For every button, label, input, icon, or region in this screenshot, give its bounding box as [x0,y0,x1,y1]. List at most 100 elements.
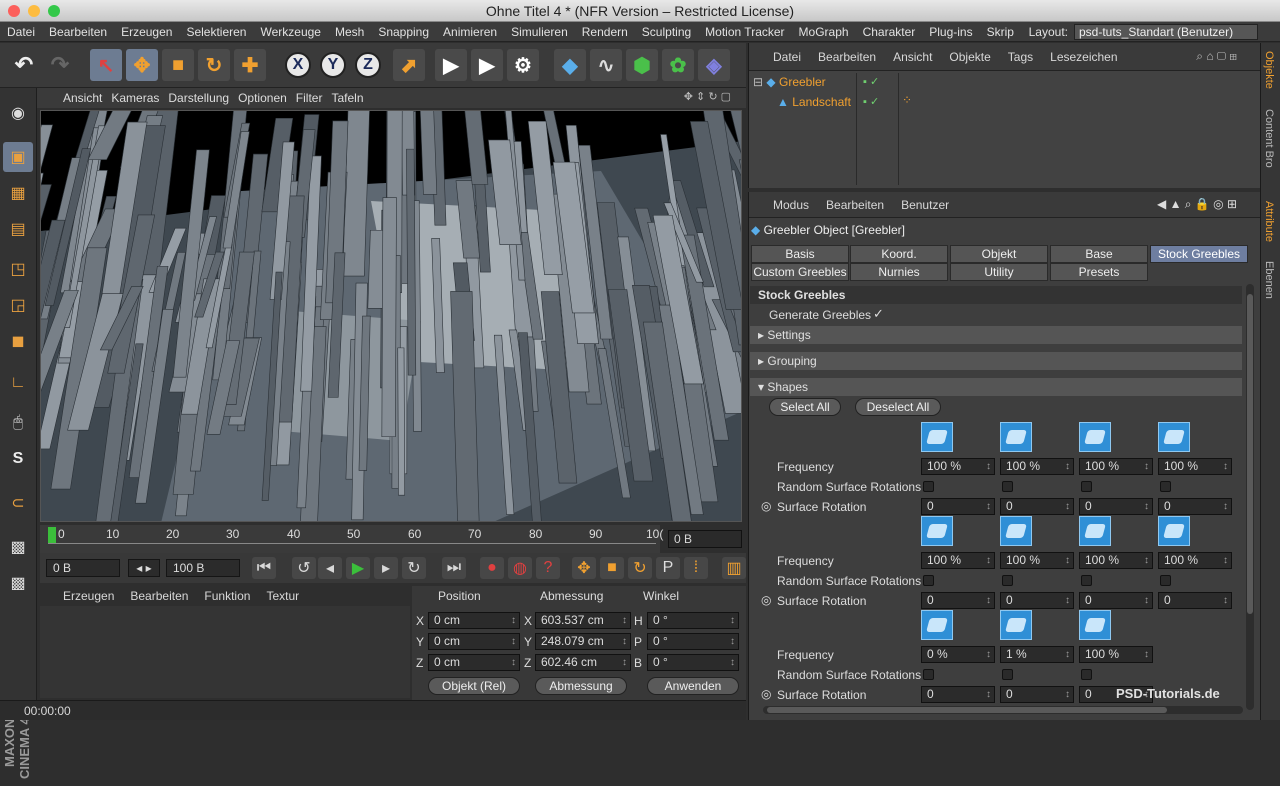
greeble-shape-thumbnail[interactable] [921,516,953,546]
size-mode-dropdown[interactable]: Abmessung [535,677,627,695]
render-settings-icon[interactable]: ⚙ [507,49,539,81]
viewport-menu-ansicht[interactable]: Ansicht [63,91,111,105]
greeble-shape-thumbnail[interactable] [1079,610,1111,640]
greeble-shape-thumbnail[interactable] [1000,516,1032,546]
side-tab-attribute[interactable]: Attribute [1263,201,1275,242]
frequency-field[interactable]: 100 % [1079,646,1153,663]
frequency-field[interactable]: 100 % [1000,552,1074,569]
viewport-menu-tafeln[interactable]: Tafeln [331,91,372,105]
visibility-check-icon[interactable]: ▪ ✓ [863,75,879,88]
menu-skript[interactable]: Skrip [980,25,1021,39]
key-position-icon[interactable]: ✥ [572,557,596,579]
frequency-field[interactable]: 100 % [1158,458,1232,475]
deformer-icon[interactable]: ◈ [698,49,730,81]
menu-werkzeuge[interactable]: Werkzeuge [253,25,327,39]
range-slider[interactable]: ◂ ▸ [128,559,160,577]
menu-sculpting[interactable]: Sculpting [635,25,698,39]
surface-rotation-field[interactable]: 0 [1000,592,1074,609]
surface-rotation-field[interactable]: 0 [921,592,995,609]
tab-presets[interactable]: Presets [1050,263,1148,281]
zoom-window-button[interactable] [48,5,60,17]
angle-h-field[interactable]: 0 ° [647,612,739,629]
size-y-field[interactable]: 248.079 cm [535,633,631,650]
side-tab-objekte[interactable]: Objekte [1263,51,1275,89]
random-rotation-checkbox[interactable] [1081,481,1092,492]
menu-snapping[interactable]: Snapping [371,25,436,39]
angle-b-field[interactable]: 0 ° [647,654,739,671]
visibility-check-icon[interactable]: ▪ ✓ [863,95,879,108]
greeble-shape-thumbnail[interactable] [1158,422,1190,452]
random-rotation-checkbox[interactable] [923,669,934,680]
surface-rotation-field[interactable]: 0 [1079,498,1153,515]
generate-greebles-checkbox[interactable]: ✓ [873,306,884,322]
side-tab-content-browser[interactable]: Content Bro [1263,109,1275,168]
random-rotation-checkbox[interactable] [1160,575,1171,586]
menu-datei[interactable]: Datei [0,25,42,39]
playhead-marker[interactable] [48,527,56,543]
texture-mode-icon[interactable]: ▦ [3,178,33,208]
live-selection-icon[interactable]: ↖ [90,49,122,81]
random-rotation-checkbox[interactable] [1002,575,1013,586]
menu-erzeugen[interactable]: Erzeugen [114,25,179,39]
attribute-nav-icons[interactable]: ◀ ▲ ⌕ 🔒 ◎ ⊞ [1157,197,1254,212]
menu-mograph[interactable]: MoGraph [792,25,856,39]
side-tab-ebenen[interactable]: Ebenen [1263,261,1275,299]
tab-nurnies[interactable]: Nurnies [850,263,948,281]
coordinate-system-icon[interactable]: ⬈ [393,49,425,81]
menu-mesh[interactable]: Mesh [328,25,371,39]
key-rotation-icon[interactable]: ↻ [628,557,652,579]
viewport-nav-icons[interactable]: ✥ ⇕ ↻ ▢ [684,90,740,103]
animate-property-icon[interactable]: ◎ [761,687,771,701]
objmgr-menu-tags[interactable]: Tags [1008,50,1050,64]
group-shapes[interactable]: ▾ Shapes [750,378,1242,396]
surface-rotation-field[interactable]: 0 [1079,592,1153,609]
keyframe-selection-icon[interactable]: ? [536,557,560,579]
scrollbar-thumb[interactable] [1247,294,1253,614]
menu-selektieren[interactable]: Selektieren [179,25,253,39]
go-to-start-icon[interactable]: ⏮ [252,557,276,579]
autokey-icon[interactable]: ◍ [508,557,532,579]
z-axis-lock-icon[interactable]: Z [355,52,381,78]
record-keys-icon[interactable]: ● [480,557,504,579]
attr-menu-bearbeiten[interactable]: Bearbeiten [826,198,901,212]
animate-property-icon[interactable]: ◎ [761,499,771,513]
random-rotation-checkbox[interactable] [1160,481,1171,492]
menu-simulieren[interactable]: Simulieren [504,25,575,39]
angle-p-field[interactable]: 0 ° [647,633,739,650]
magnet-icon[interactable]: ⊂ [3,488,33,518]
model-mode-icon[interactable]: ▣ [3,142,33,172]
surface-rotation-field[interactable]: 0 [921,686,995,703]
array-icon[interactable]: ✿ [662,49,694,81]
animate-property-icon[interactable]: ◎ [761,593,771,607]
material-menu-funktion[interactable]: Funktion [204,589,266,603]
random-rotation-checkbox[interactable] [1081,575,1092,586]
rotate-tool-icon[interactable]: ↻ [198,49,230,81]
greeble-shape-thumbnail[interactable] [1000,422,1032,452]
objmgr-menu-lesezeichen[interactable]: Lesezeichen [1050,50,1134,64]
x-axis-lock-icon[interactable]: X [285,52,311,78]
attr-menu-benutzer[interactable]: Benutzer [901,198,966,212]
key-scale-icon[interactable]: ■ [600,557,624,579]
frequency-field[interactable]: 0 % [921,646,995,663]
apply-button[interactable]: Anwenden [647,677,739,695]
tweak-mode-icon[interactable]: 🖱 [3,408,33,438]
start-frame-field[interactable]: 0 B [46,559,120,577]
tab-objekt[interactable]: Objekt [950,245,1048,263]
y-axis-lock-icon[interactable]: Y [320,52,346,78]
tab-basis[interactable]: Basis [751,245,849,263]
surface-rotation-field[interactable]: 0 [1000,686,1074,703]
coordinate-mode-dropdown[interactable]: Objekt (Rel) [428,677,520,695]
group-grouping[interactable]: ▸ Grouping [750,352,1242,370]
menu-charakter[interactable]: Charakter [856,25,923,39]
random-rotation-checkbox[interactable] [1002,481,1013,492]
surface-rotation-field[interactable]: 0 [1158,498,1232,515]
viewport-menu-optionen[interactable]: Optionen [238,91,296,105]
objmgr-menu-objekte[interactable]: Objekte [949,50,1007,64]
timeline-window-icon[interactable]: ▥ [722,557,746,579]
current-frame-field[interactable]: 0 B [668,530,742,548]
vertical-scrollbar[interactable] [1246,284,1254,710]
cube-primitive-icon[interactable]: ◆ [554,49,586,81]
3d-viewport[interactable] [40,110,742,522]
frequency-field[interactable]: 1 % [1000,646,1074,663]
tab-base[interactable]: Base [1050,245,1148,263]
